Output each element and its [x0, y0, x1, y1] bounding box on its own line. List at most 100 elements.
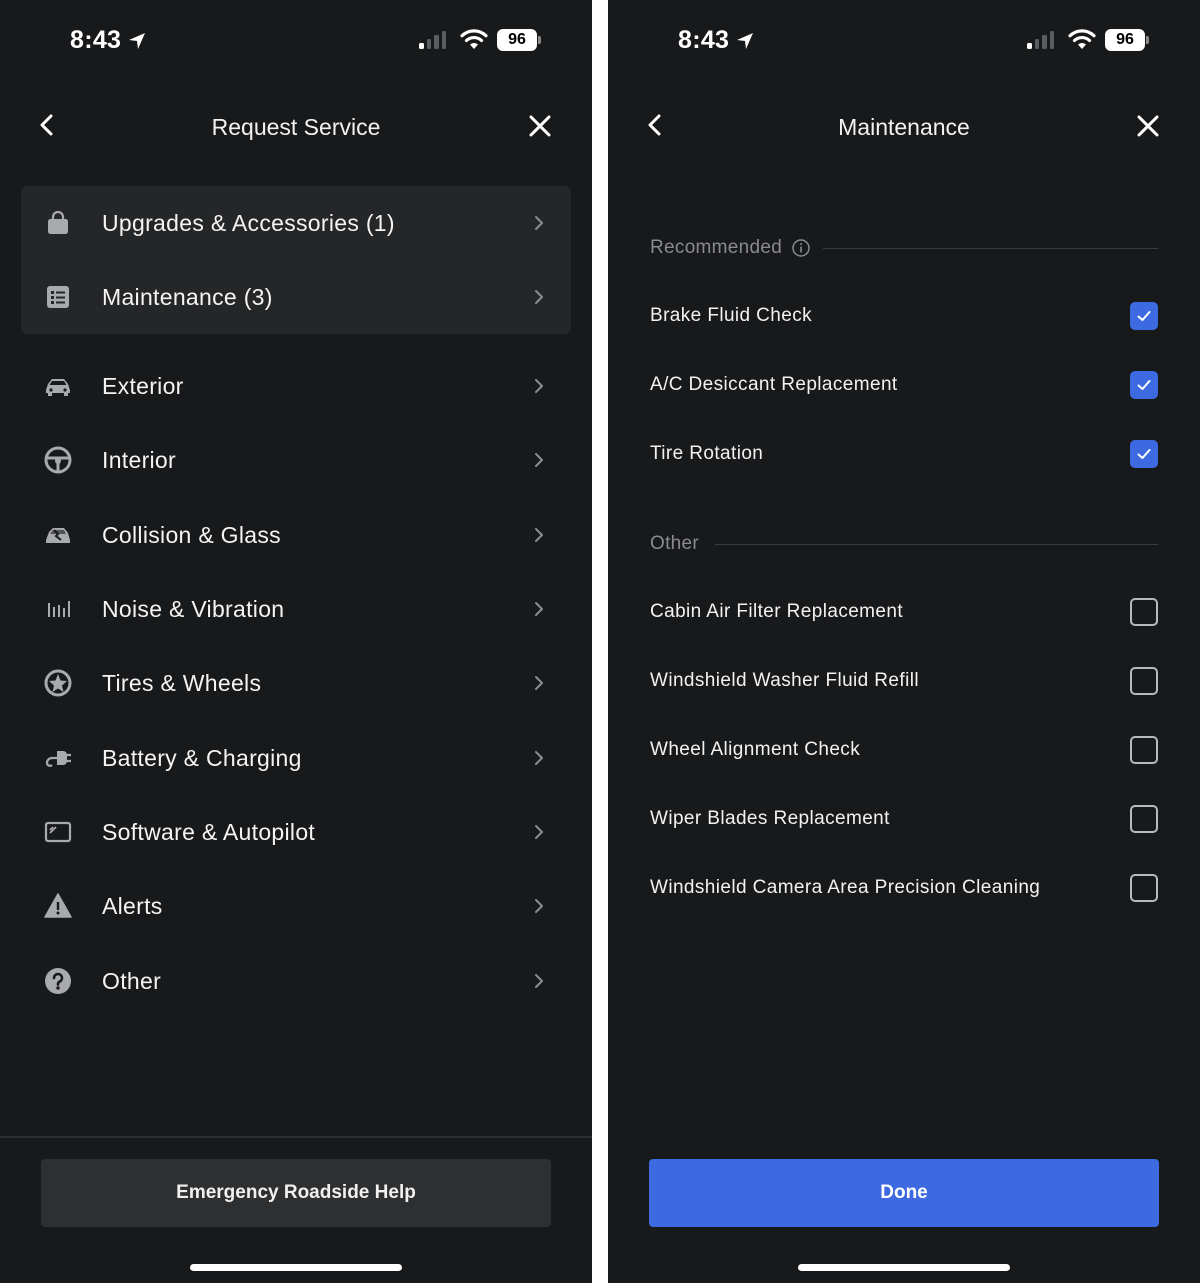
chevron-right-icon: [535, 825, 543, 839]
option-windshield-camera-cleaning[interactable]: Windshield Camera Area Precision Cleanin…: [650, 868, 1158, 908]
sound-bars-icon: [42, 593, 74, 625]
section-divider: [715, 543, 1158, 545]
option-windshield-washer-fluid-refill[interactable]: Windshield Washer Fluid Refill: [650, 661, 1158, 701]
time-text: 8:43: [678, 26, 730, 54]
row-label: Software & Autopilot: [102, 818, 316, 845]
close-icon[interactable]: [526, 112, 554, 140]
checkbox-checked[interactable]: [1130, 302, 1158, 330]
status-bar: 8:43 96: [608, 0, 1200, 80]
checkbox-unchecked[interactable]: [1130, 598, 1158, 626]
checkmark-icon: [1137, 449, 1151, 459]
shopping-bag-icon: [42, 207, 74, 239]
chevron-right-icon: [535, 751, 543, 765]
car-icon: [42, 370, 74, 402]
info-icon[interactable]: [791, 238, 811, 258]
row-label: Exterior: [102, 372, 184, 399]
checkmark-icon: [1137, 380, 1151, 390]
option-cabin-air-filter-replacement[interactable]: Cabin Air Filter Replacement: [650, 592, 1158, 632]
row-label: Interior: [102, 446, 176, 473]
row-alerts[interactable]: Alerts: [0, 871, 592, 941]
row-exterior[interactable]: Exterior: [0, 351, 592, 421]
checkmark-icon: [1137, 311, 1151, 321]
header: Maintenance: [608, 100, 1200, 156]
status-time: 8:43: [70, 26, 147, 55]
page-title: Request Service: [211, 114, 381, 140]
row-software-autopilot[interactable]: Software & Autopilot: [0, 797, 592, 867]
time-text: 8:43: [70, 26, 122, 54]
option-wiper-blades-replacement[interactable]: Wiper Blades Replacement: [650, 799, 1158, 839]
option-label: Wheel Alignment Check: [650, 739, 861, 760]
header: Request Service: [0, 100, 592, 156]
option-label: Brake Fluid Check: [650, 305, 813, 326]
bottom-divider: [0, 1136, 592, 1138]
row-interior[interactable]: Interior: [0, 425, 592, 495]
wheel-icon: [42, 667, 74, 699]
row-collision-glass[interactable]: Collision & Glass: [0, 500, 592, 570]
chevron-right-icon: [535, 379, 543, 393]
row-label: Other: [102, 967, 162, 994]
row-other[interactable]: Other: [0, 946, 592, 1016]
chevron-right-icon: [535, 528, 543, 542]
option-tire-rotation[interactable]: Tire Rotation: [650, 434, 1158, 474]
row-label: Maintenance (3): [102, 283, 273, 310]
row-label: Tires & Wheels: [102, 669, 262, 696]
checkbox-unchecked[interactable]: [1130, 874, 1158, 902]
other-section-header: Other: [650, 529, 1158, 559]
charging-plug-icon: [42, 742, 74, 774]
chevron-right-icon: [535, 676, 543, 690]
home-indicator[interactable]: [798, 1264, 1010, 1271]
question-icon: [42, 965, 74, 997]
option-label: Windshield Washer Fluid Refill: [650, 670, 919, 691]
emergency-roadside-help-button[interactable]: Emergency Roadside Help: [41, 1159, 551, 1227]
close-icon[interactable]: [1134, 112, 1162, 140]
screen-icon: [42, 816, 74, 848]
row-maintenance[interactable]: Maintenance (3): [0, 262, 592, 332]
location-arrow-icon: [129, 32, 146, 49]
checkbox-unchecked[interactable]: [1130, 667, 1158, 695]
section-divider: [823, 247, 1158, 249]
row-label: Battery & Charging: [102, 744, 302, 771]
cellular-signal-icon: [1027, 30, 1054, 49]
wifi-icon: [460, 29, 488, 49]
location-arrow-icon: [737, 32, 754, 49]
option-wheel-alignment-check[interactable]: Wheel Alignment Check: [650, 730, 1158, 770]
checkbox-checked[interactable]: [1130, 440, 1158, 468]
row-label: Collision & Glass: [102, 521, 281, 548]
status-time: 8:43: [678, 26, 755, 55]
done-button[interactable]: Done: [649, 1159, 1159, 1227]
option-ac-desiccant-replacement[interactable]: A/C Desiccant Replacement: [650, 365, 1158, 405]
row-label: Upgrades & Accessories (1): [102, 209, 395, 236]
row-upgrades-accessories[interactable]: Upgrades & Accessories (1): [0, 188, 592, 258]
battery-level: 96: [497, 29, 537, 51]
checklist-icon: [42, 281, 74, 313]
checkbox-unchecked[interactable]: [1130, 736, 1158, 764]
row-tires-wheels[interactable]: Tires & Wheels: [0, 648, 592, 718]
option-label: Tire Rotation: [650, 443, 764, 464]
battery-indicator: 96: [1105, 29, 1149, 51]
battery-indicator: 96: [497, 29, 541, 51]
cellular-signal-icon: [419, 30, 446, 49]
request-service-screen: 8:43 96 Request Service Upgrades & Acces…: [0, 0, 592, 1283]
status-bar: 8:43 96: [0, 0, 592, 80]
option-label: Wiper Blades Replacement: [650, 808, 890, 829]
collision-icon: [42, 519, 74, 551]
section-label: Recommended: [650, 237, 783, 258]
row-noise-vibration[interactable]: Noise & Vibration: [0, 574, 592, 644]
row-battery-charging[interactable]: Battery & Charging: [0, 723, 592, 793]
chevron-right-icon: [535, 602, 543, 616]
recommended-section-header: Recommended: [650, 233, 1158, 263]
option-label: Cabin Air Filter Replacement: [650, 601, 904, 622]
wifi-icon: [1068, 29, 1096, 49]
chevron-right-icon: [535, 216, 543, 230]
chevron-right-icon: [535, 974, 543, 988]
chevron-right-icon: [535, 290, 543, 304]
option-brake-fluid-check[interactable]: Brake Fluid Check: [650, 296, 1158, 336]
maintenance-screen: 8:43 96 Maintenance Recommended Brake Fl…: [608, 0, 1200, 1283]
row-label: Noise & Vibration: [102, 595, 285, 622]
checkbox-checked[interactable]: [1130, 371, 1158, 399]
home-indicator[interactable]: [190, 1264, 402, 1271]
row-label: Alerts: [102, 892, 163, 919]
checkbox-unchecked[interactable]: [1130, 805, 1158, 833]
section-label: Other: [650, 533, 700, 554]
chevron-right-icon: [535, 453, 543, 467]
